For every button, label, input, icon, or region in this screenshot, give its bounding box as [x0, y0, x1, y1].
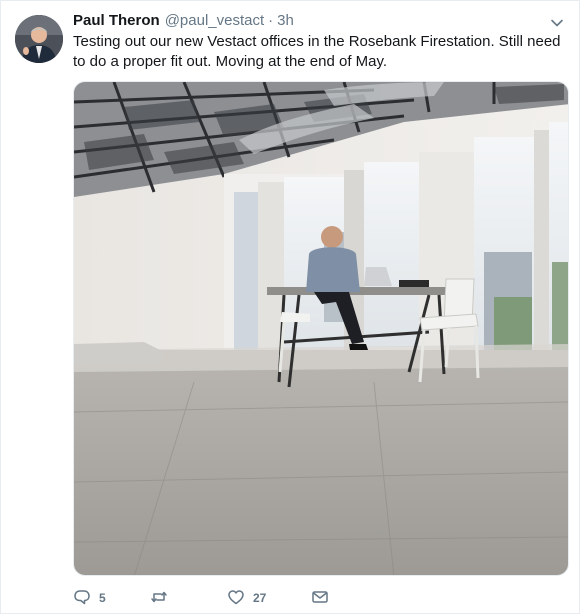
envelope-icon [311, 588, 329, 609]
direct-message-button[interactable] [311, 588, 329, 609]
reply-button[interactable]: 5 [73, 588, 150, 609]
tweet-actions: 5 27 [73, 587, 329, 609]
like-button[interactable]: 27 [227, 588, 311, 609]
tweet-timestamp[interactable]: 3h [277, 12, 294, 29]
chevron-down-icon[interactable] [549, 15, 565, 31]
author-handle[interactable]: @paul_vestact [165, 12, 264, 29]
tweet-header: Paul Theron @paul_vestact · 3h [73, 12, 565, 32]
tweet-text: Testing out our new Vestact offices in t… [73, 33, 561, 70]
tweet-photo[interactable] [73, 81, 569, 576]
reply-count: 5 [99, 591, 106, 605]
reply-icon [73, 588, 91, 609]
avatar-photo [15, 15, 63, 63]
tweet-card[interactable]: Paul Theron @paul_vestact · 3h Testing o… [0, 0, 580, 614]
like-count: 27 [253, 591, 267, 605]
retweet-icon [150, 588, 168, 609]
office-photo [74, 82, 568, 575]
avatar[interactable] [15, 15, 63, 63]
separator-dot: · [268, 12, 274, 29]
heart-icon [227, 588, 245, 609]
retweet-button[interactable] [150, 588, 227, 609]
author-name[interactable]: Paul Theron [73, 12, 160, 29]
